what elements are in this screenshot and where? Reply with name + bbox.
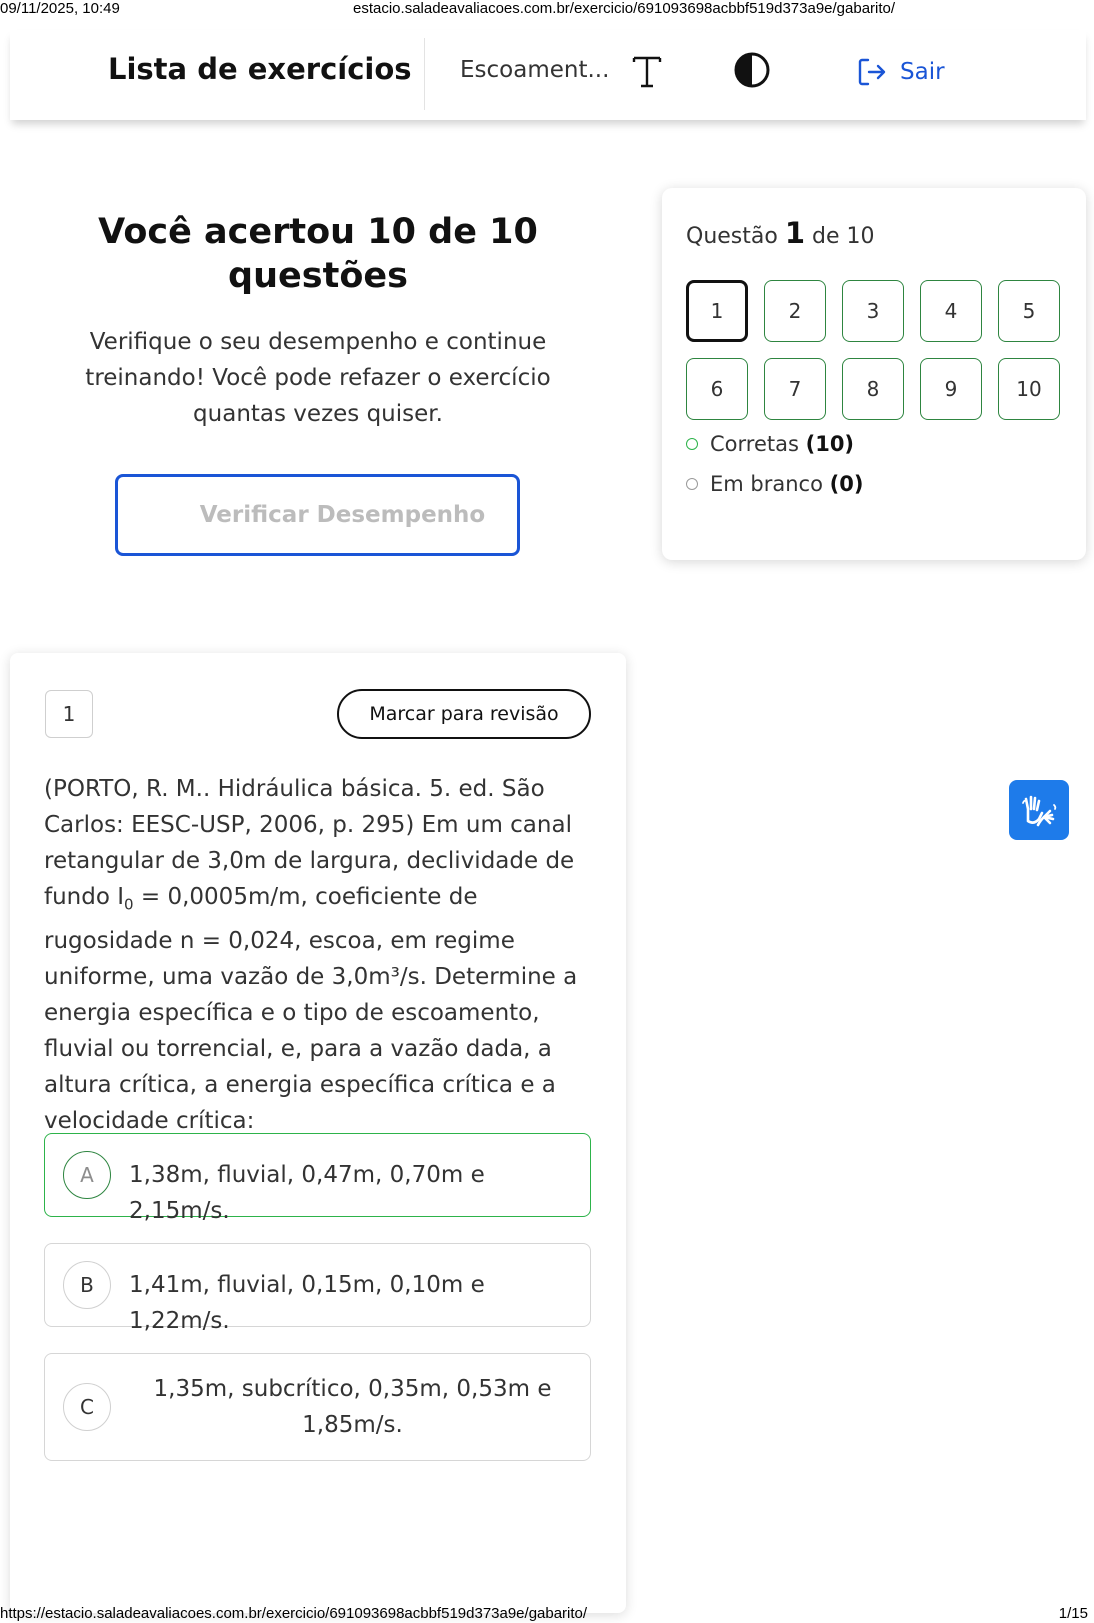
- legend-correct-count: (10): [805, 432, 855, 456]
- page-title: Lista de exercícios: [108, 52, 412, 86]
- question-card: 1 Marcar para revisão (PORTO, R. M.. Hid…: [10, 653, 626, 1613]
- question-button-7[interactable]: 7: [764, 358, 826, 420]
- option-text: 1,41m, fluvial, 0,15m, 0,10m e 1,22m/s.: [129, 1272, 485, 1334]
- question-button-10[interactable]: 10: [998, 358, 1060, 420]
- navigator-grid: 1 2 3 4 5 6 7 8 9 10: [686, 280, 1060, 420]
- option-b[interactable]: B 1,41m, fluvial, 0,15m, 0,10m e 1,22m/s…: [44, 1243, 591, 1334]
- blank-dot-icon: [686, 478, 698, 490]
- legend-correct: Corretas (10): [686, 432, 854, 456]
- question-button-5[interactable]: 5: [998, 280, 1060, 342]
- logout-icon: [858, 58, 886, 86]
- option-text: 1,38m, fluvial, 0,47m, 0,70m e 2,15m/s.: [129, 1162, 485, 1224]
- result-summary: Você acertou 10 de 10 questões Verifique…: [60, 210, 576, 432]
- option-letter: A: [63, 1151, 111, 1199]
- question-text-part2: = 0,0005m/m, coeficiente de rugosidade n…: [44, 884, 578, 1134]
- question-button-4[interactable]: 4: [920, 280, 982, 342]
- contrast-icon[interactable]: [732, 50, 772, 90]
- text-size-icon[interactable]: [630, 50, 664, 90]
- print-url: estacio.saladeavaliacoes.com.br/exercici…: [353, 0, 896, 17]
- question-button-8[interactable]: 8: [842, 358, 904, 420]
- logout-label: Sair: [900, 59, 945, 85]
- navigator-current: 1: [784, 216, 806, 250]
- option-letter: C: [63, 1383, 111, 1431]
- question-button-3[interactable]: 3: [842, 280, 904, 342]
- question-button-1[interactable]: 1: [686, 280, 748, 342]
- navigator-label-prefix: Questão: [686, 224, 778, 249]
- navigator-label-suffix: de 10: [812, 224, 875, 249]
- question-button-2[interactable]: 2: [764, 280, 826, 342]
- print-page-number: 1/15: [1058, 1605, 1088, 1622]
- question-navigator: Questão 1 de 10 1 2 3 4 5 6 7 8 9 10 Cor…: [662, 188, 1086, 560]
- legend-blank-label: Em branco: [710, 472, 823, 496]
- question-button-9[interactable]: 9: [920, 358, 982, 420]
- header-divider: [424, 38, 425, 110]
- correct-dot-icon: [686, 438, 698, 450]
- option-c[interactable]: C 1,35m, subcrítico, 0,35m, 0,53m e 1,85…: [44, 1353, 591, 1461]
- print-footer-url: https://estacio.saladeavaliacoes.com.br/…: [0, 1605, 588, 1622]
- print-datetime: 09/11/2025, 10:49: [0, 0, 120, 17]
- print-header: 09/11/2025, 10:49 estacio.saladeavaliaco…: [0, 0, 1094, 18]
- mark-for-review-button[interactable]: Marcar para revisão: [337, 689, 591, 739]
- exercise-name: Escoament...: [460, 57, 610, 83]
- print-footer: https://estacio.saladeavaliacoes.com.br/…: [0, 1605, 1094, 1623]
- question-number: 1: [45, 690, 93, 738]
- result-description: Verifique o seu desempenho e continue tr…: [85, 329, 551, 427]
- legend-blank: Em branco (0): [686, 472, 863, 496]
- question-text: (PORTO, R. M.. Hidráulica básica. 5. ed.…: [44, 771, 584, 1139]
- option-letter: B: [63, 1261, 111, 1309]
- legend-correct-label: Corretas: [710, 432, 799, 456]
- sign-language-button[interactable]: [1009, 780, 1069, 840]
- legend-blank-count: (0): [829, 472, 864, 496]
- logout-button[interactable]: Sair: [856, 52, 945, 92]
- result-title: Você acertou 10 de 10 questões: [98, 212, 538, 296]
- question-text-subscript: 0: [124, 895, 134, 914]
- option-a[interactable]: A 1,38m, fluvial, 0,47m, 0,70m e 2,15m/s…: [44, 1133, 591, 1224]
- navigator-title: Questão 1 de 10: [686, 216, 875, 250]
- verify-performance-button[interactable]: Verificar Desempenho: [115, 474, 520, 556]
- app-header: Lista de exercícios Escoament... Sair: [10, 30, 1086, 120]
- question-button-6[interactable]: 6: [686, 358, 748, 420]
- option-text: 1,35m, subcrítico, 0,35m, 0,53m e 1,85m/…: [153, 1376, 552, 1438]
- sign-language-hands-icon: [1022, 795, 1057, 827]
